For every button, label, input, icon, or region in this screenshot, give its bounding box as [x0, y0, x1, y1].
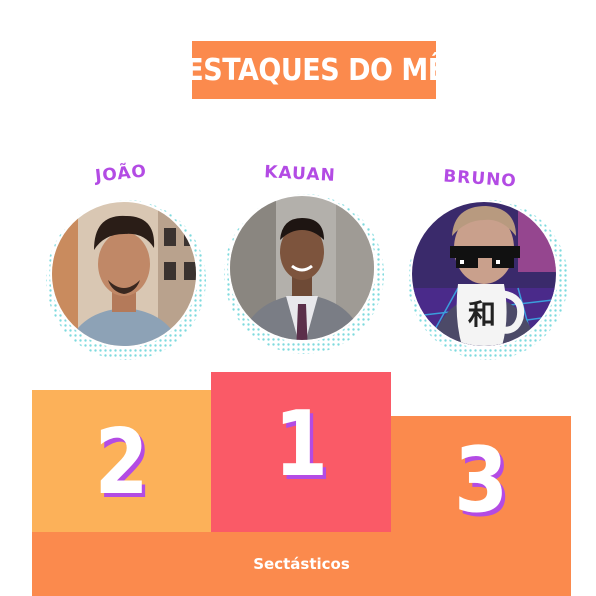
name-second-place: JOÃO: [94, 161, 148, 187]
podium-block-first: 1: [211, 372, 391, 532]
avatar-second-place: [38, 188, 210, 360]
avatar-first-place-image: [224, 194, 384, 354]
rank-second: 2: [94, 410, 149, 515]
title-banner: DESTAQUES DO MÊS: [163, 41, 465, 99]
mug-glyph: 和: [468, 298, 496, 331]
avatar-first-place: [216, 182, 388, 354]
podium-block-second: 2: [32, 390, 211, 532]
rank-first: 1: [274, 392, 328, 497]
avatar-third-place: 和: [398, 188, 570, 360]
podium-base-label: Sectásticos: [253, 555, 350, 573]
podium-block-third: 3: [391, 416, 571, 532]
avatar-third-place-image: 和: [408, 200, 568, 360]
avatar-second-place-image: [46, 200, 206, 360]
rank-third: 3: [454, 428, 508, 533]
page-title: DESTAQUES DO MÊS: [163, 52, 465, 88]
podium-base: Sectásticos: [32, 532, 571, 596]
